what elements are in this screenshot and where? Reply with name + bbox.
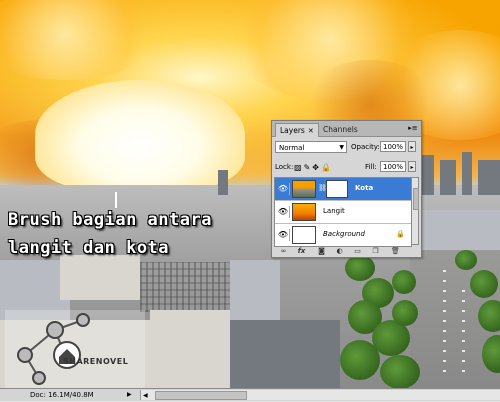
tree: [470, 270, 498, 298]
tab-channels[interactable]: Channels: [319, 123, 362, 136]
tab-channels-label: Channels: [323, 125, 358, 134]
caption-line-1: Brush bagian antara: [8, 210, 212, 230]
new-group-icon[interactable]: ▭: [352, 246, 363, 256]
blend-row: Normal ▼ Opacity: 100% ▸: [275, 141, 418, 154]
eye-icon[interactable]: 👁: [277, 206, 290, 218]
layer-thumbnail: [292, 180, 316, 198]
tree: [455, 250, 477, 270]
network-logo-icon: [17, 313, 90, 385]
brush-cursor: [115, 192, 117, 208]
fill-label: Fill:: [365, 163, 377, 171]
building: [420, 210, 500, 250]
tower: [422, 155, 434, 195]
layer-name: Kota: [355, 184, 374, 192]
watermark-text: SHARENOVEL: [63, 357, 129, 366]
opacity-field[interactable]: 100%: [380, 141, 406, 152]
image-canvas[interactable]: Brush bagian antara langit dan kota SHAR…: [0, 0, 500, 388]
cars: [462, 290, 465, 380]
opacity-slider-arrow-icon[interactable]: ▸: [408, 141, 416, 152]
tower: [462, 152, 472, 195]
scroll-left-icon[interactable]: ◀: [143, 390, 148, 402]
fill-field[interactable]: 100%: [380, 161, 406, 172]
layer-name: Langit: [323, 207, 345, 215]
tree: [380, 355, 420, 388]
blend-mode-select[interactable]: Normal ▼: [275, 141, 347, 153]
eye-icon[interactable]: 👁: [277, 229, 290, 241]
tower: [218, 170, 228, 195]
tower: [440, 160, 456, 195]
panel-bottom-bar: ∞ fx ◙ ◐ ▭ ❐ 🗑: [272, 245, 421, 257]
building: [140, 262, 230, 312]
layer-kota[interactable]: 👁 ⛓ Kota: [275, 178, 411, 201]
building: [60, 255, 140, 300]
caption-line-2: langit dan kota: [8, 238, 170, 258]
status-menu-arrow-icon[interactable]: ▶: [127, 389, 132, 401]
tab-layers-label: Layers: [280, 126, 305, 135]
lock-icons: ▨✎✥🔒: [294, 162, 333, 173]
lock-all-icon[interactable]: 🔒: [321, 163, 333, 172]
watermark-logo: SHARENOVEL: [5, 310, 145, 388]
layer-background[interactable]: 👁 Background 🔒: [275, 224, 411, 246]
blend-mode-value: Normal: [279, 144, 305, 152]
layers-scrollbar[interactable]: [411, 177, 419, 245]
fx-icon[interactable]: fx: [296, 246, 307, 256]
lock-icon: 🔒: [396, 230, 405, 238]
fill-slider-arrow-icon[interactable]: ▸: [408, 161, 416, 172]
building: [230, 320, 340, 388]
add-mask-icon[interactable]: ◙: [316, 246, 327, 256]
layer-thumbnail: [292, 203, 316, 221]
lock-label: Lock:: [275, 163, 294, 171]
tree: [345, 255, 375, 281]
chevron-down-icon: ▼: [339, 144, 344, 151]
close-icon[interactable]: ✕: [308, 125, 314, 138]
cars: [443, 270, 446, 380]
status-bar: Doc: 16.1M/40.8M ▶ ◀: [0, 388, 500, 401]
doc-size-info: Doc: 16.1M/40.8M: [30, 391, 94, 399]
layers-panel[interactable]: Layers ✕ Channels ▸≡ Normal ▼ Opacity: 10…: [271, 120, 422, 258]
panel-menu-icon[interactable]: ▸≡: [408, 124, 418, 133]
tree: [392, 300, 418, 326]
building: [230, 260, 280, 320]
layers-list: 👁 ⛓ Kota 👁 Langit 👁 Background 🔒: [274, 177, 412, 247]
layer-mask-thumbnail[interactable]: [326, 180, 348, 198]
lock-row: Lock: ▨✎✥🔒 Fill: 100% ▸: [275, 161, 418, 174]
scrollbar-thumb[interactable]: [155, 391, 247, 400]
lock-transparency-icon[interactable]: ▨: [294, 163, 304, 172]
opacity-label: Opacity:: [351, 143, 380, 151]
tab-layers[interactable]: Layers ✕: [275, 123, 319, 137]
lock-position-icon[interactable]: ✥: [312, 163, 321, 172]
tree: [392, 270, 416, 294]
layer-langit[interactable]: 👁 Langit: [275, 201, 411, 224]
new-layer-icon[interactable]: ❐: [370, 246, 381, 256]
eye-icon[interactable]: 👁: [277, 183, 290, 195]
tower: [478, 160, 500, 195]
sun: [35, 80, 245, 190]
adjustment-layer-icon[interactable]: ◐: [334, 246, 345, 256]
layer-thumbnail: [292, 226, 316, 244]
delete-layer-icon[interactable]: 🗑: [390, 246, 401, 256]
link-layers-icon[interactable]: ∞: [278, 246, 289, 256]
tree: [340, 340, 380, 380]
scrollbar-thumb[interactable]: [413, 188, 419, 210]
tree: [478, 300, 500, 332]
panel-tabs: Layers ✕ Channels ▸≡: [272, 121, 421, 137]
lock-pixels-icon[interactable]: ✎: [304, 163, 313, 172]
horizontal-scrollbar[interactable]: ◀: [140, 390, 500, 400]
layer-name: Background: [323, 230, 365, 238]
